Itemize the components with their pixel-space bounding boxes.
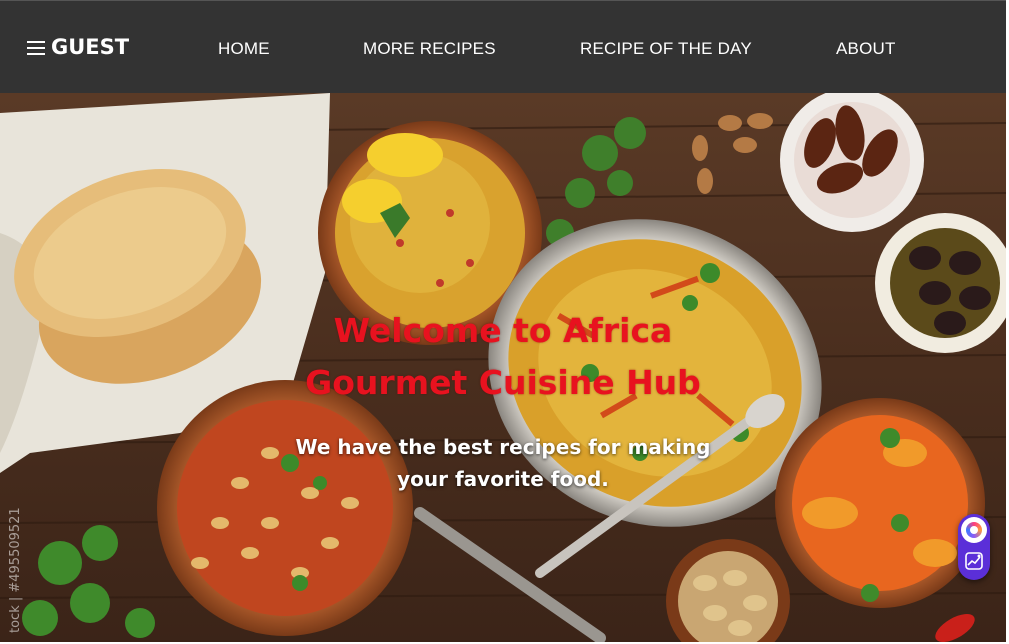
hero-subtitle-line-2: your favorite food.: [397, 467, 609, 491]
hero-subtitle: We have the best recipes for making your…: [0, 431, 1006, 495]
guest-menu-button[interactable]: GUEST: [27, 35, 129, 59]
hamburger-menu-icon[interactable]: [27, 39, 45, 55]
top-navbar: GUEST HOME MORE RECIPES RECIPE OF THE DA…: [0, 0, 1006, 93]
hero-title: Welcome to Africa Gourmet Cuisine Hub: [0, 305, 1006, 409]
assistant-orb-icon[interactable]: [961, 517, 987, 543]
nav-link-home[interactable]: HOME: [218, 39, 270, 59]
image-chart-icon[interactable]: [964, 551, 984, 571]
hero-subtitle-line-1: We have the best recipes for making: [295, 435, 711, 459]
brand-label: GUEST: [51, 35, 130, 59]
hero-title-line-1: Welcome to Africa: [333, 311, 673, 350]
stock-watermark: tock | #495509521: [8, 507, 23, 633]
nav-link-more-recipes[interactable]: MORE RECIPES: [363, 39, 496, 59]
floating-assistant-widget[interactable]: [958, 514, 990, 580]
nav-link-about[interactable]: ABOUT: [836, 39, 896, 59]
hero-title-line-2: Gourmet Cuisine Hub: [305, 363, 701, 402]
nav-link-recipe-of-the-day[interactable]: RECIPE OF THE DAY: [580, 39, 752, 59]
hero-section: Welcome to Africa Gourmet Cuisine Hub We…: [0, 93, 1006, 642]
